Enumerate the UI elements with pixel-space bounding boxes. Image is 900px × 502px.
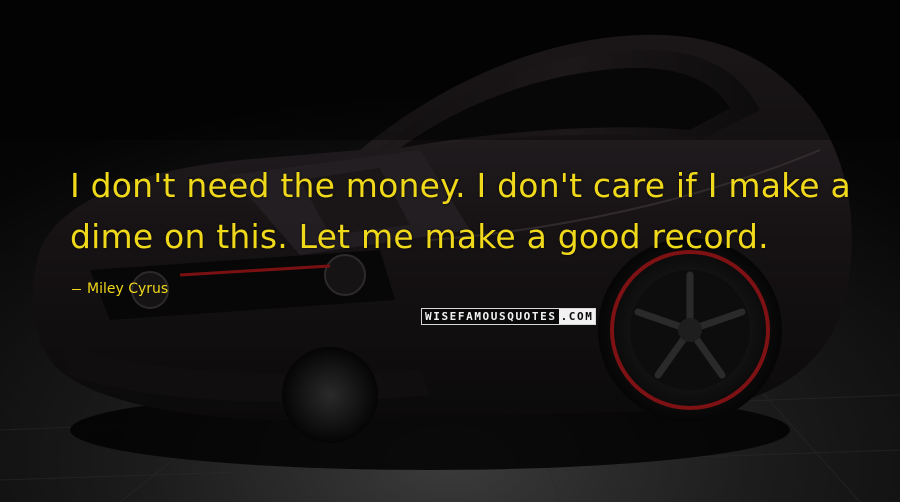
watermark-main-text: WISEFAMOUSQUOTES (422, 309, 559, 324)
author-dash (72, 288, 81, 290)
quote-text: I don't need the money. I don't care if … (70, 166, 851, 256)
quote-author: Miley Cyrus (72, 280, 168, 298)
watermark-logo: WISEFAMOUSQUOTES .COM (421, 308, 597, 325)
watermark-tld-text: .COM (558, 309, 596, 324)
quote-image: I don't need the money. I don't care if … (0, 0, 900, 502)
author-name: Miley Cyrus (87, 281, 169, 297)
